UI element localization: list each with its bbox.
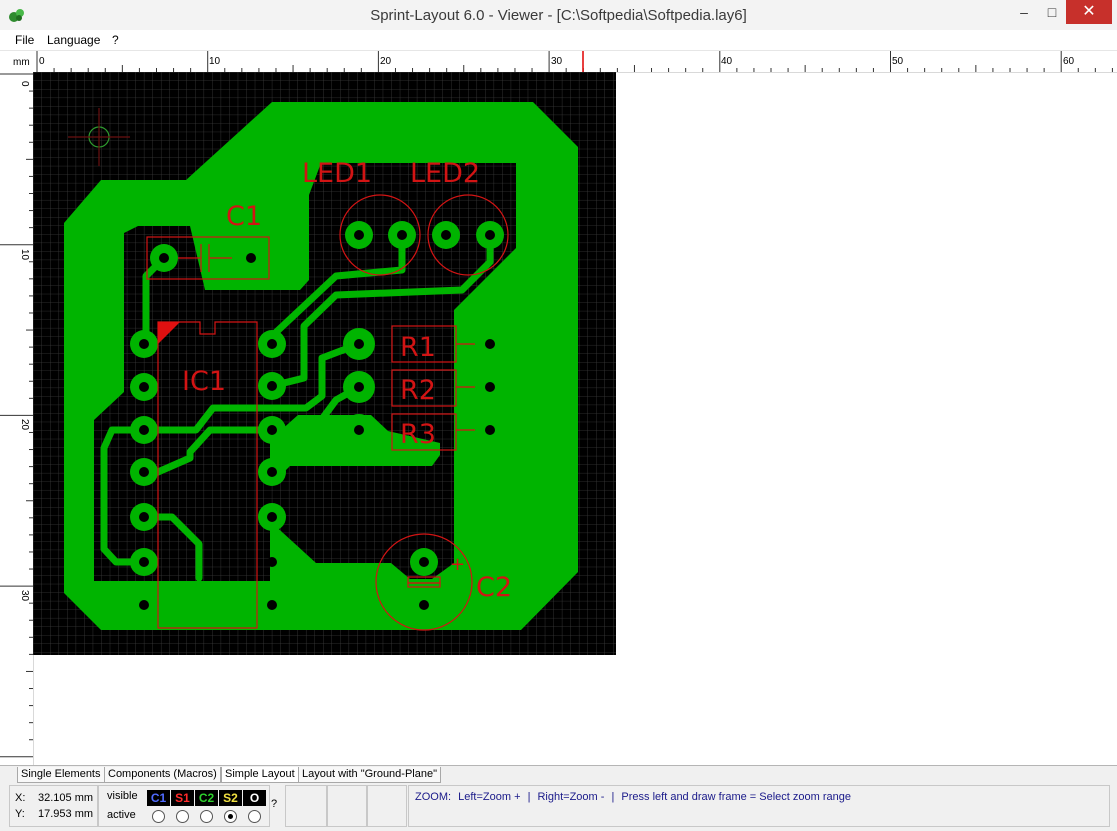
tab-simple-layout[interactable]: Simple Layout [221, 767, 299, 783]
hint-panel: ZOOM: Left=Zoom + | Right=Zoom - | Press… [408, 785, 1110, 827]
ruler-left-tick-10: 10 [19, 249, 30, 261]
ruler-left-tick-30: 30 [19, 590, 30, 602]
ruler-top-ticks [36, 51, 1113, 72]
ruler-top-tick-40: 40 [721, 56, 733, 67]
minimize-button[interactable]: – [1009, 0, 1039, 24]
layer-s2-name: S2 [223, 791, 238, 805]
zoom-hint-3: Right=Zoom - [537, 791, 605, 803]
tab-ground-plane[interactable]: Layout with "Ground-Plane" [298, 767, 441, 783]
label-c1: C1 [226, 201, 262, 232]
ruler-left-tick-0: 0 [19, 81, 30, 87]
ruler-unit: mm [13, 57, 30, 68]
menu-bar: File Language ? [0, 30, 1117, 51]
visible-label: visible [107, 790, 138, 802]
pcb-canvas[interactable]: LED1 LED2 C1 IC1 R1 R2 R3 C2 + [33, 72, 616, 655]
menu-file[interactable]: File [15, 33, 34, 47]
menu-help[interactable]: ? [112, 33, 119, 47]
layer-o-visible[interactable]: O [243, 790, 266, 806]
y-label: Y: [15, 808, 25, 820]
coordinate-panel: X: 32.105 mm Y: 17.953 mm [9, 785, 98, 827]
layer-c1-visible[interactable]: C1 [147, 790, 170, 806]
layer-c2-visible[interactable]: C2 [195, 790, 218, 806]
layer-s2-visible[interactable]: S2 [219, 790, 242, 806]
zoom-hint-2: | [527, 791, 531, 803]
zoom-hint-0: ZOOM: [415, 791, 452, 803]
ruler-top-tick-20: 20 [380, 56, 392, 67]
layer-help-button[interactable]: ? [271, 798, 277, 810]
active-label: active [107, 809, 136, 821]
ruler-top-tick-50: 50 [892, 56, 904, 67]
layer-c1-active-radio[interactable] [152, 810, 165, 823]
zoom-hint: ZOOM: Left=Zoom + | Right=Zoom - | Press… [415, 791, 855, 803]
layer-s1-visible[interactable]: S1 [171, 790, 194, 806]
layout-tabs: Single Elements Components (Macros) Simp… [0, 765, 1117, 784]
status-panel-empty-2 [327, 785, 367, 827]
tab-single-elements[interactable]: Single Elements [17, 767, 105, 783]
tab-components-macros[interactable]: Components (Macros) [104, 767, 221, 783]
label-r1: R1 [400, 332, 436, 363]
window-title: Sprint-Layout 6.0 - Viewer - [C:\Softped… [370, 7, 747, 24]
ruler-left-tick-20: 20 [19, 419, 30, 431]
layer-o-name: O [249, 791, 260, 805]
ruler-left-ticks [0, 73, 33, 758]
label-r3: R3 [400, 419, 436, 450]
layer-c2-name: C2 [198, 791, 215, 805]
label-led1: LED1 [302, 158, 372, 189]
label-c2: C2 [476, 572, 512, 603]
layer-panel: visible active C1 S1 C2 S2 O [98, 785, 270, 827]
layer-o-active-radio[interactable] [248, 810, 261, 823]
zoom-hint-1: Left=Zoom + [458, 791, 521, 803]
x-label: X: [15, 792, 26, 804]
ruler-top: mm 0 10 20 30 40 50 60 [0, 51, 1117, 73]
layer-s1-name: S1 [175, 791, 190, 805]
layer-s1-active-radio[interactable] [176, 810, 189, 823]
ruler-top-tick-10: 10 [209, 56, 221, 67]
status-bar: X: 32.105 mm Y: 17.953 mm visible active… [0, 783, 1117, 831]
label-c2-plus: + [450, 554, 465, 575]
close-button[interactable]: ✕ [1066, 0, 1112, 24]
title-bar: Sprint-Layout 6.0 - Viewer - [C:\Softped… [0, 0, 1117, 30]
layer-c2-active-radio[interactable] [200, 810, 213, 823]
status-panel-empty-1 [285, 785, 327, 827]
ruler-top-tick-0: 0 [39, 56, 45, 67]
ruler-top-tick-60: 60 [1063, 56, 1075, 67]
status-panel-empty-3 [367, 785, 407, 827]
zoom-hint-4: | [611, 791, 615, 803]
maximize-button[interactable]: □ [1037, 0, 1067, 24]
zoom-hint-5: Press left and draw frame = Select zoom … [621, 791, 852, 803]
layer-s2-active-radio[interactable] [224, 810, 237, 823]
x-value: 32.105 mm [38, 792, 94, 804]
ruler-left: 0 10 20 30 [0, 72, 34, 765]
ruler-top-tick-30: 30 [551, 56, 563, 67]
label-led2: LED2 [410, 158, 480, 189]
y-value: 17.953 mm [38, 808, 94, 820]
layer-c1-name: C1 [150, 791, 167, 805]
menu-language[interactable]: Language [47, 33, 100, 47]
label-r2: R2 [400, 375, 436, 406]
label-ic1: IC1 [182, 366, 226, 397]
